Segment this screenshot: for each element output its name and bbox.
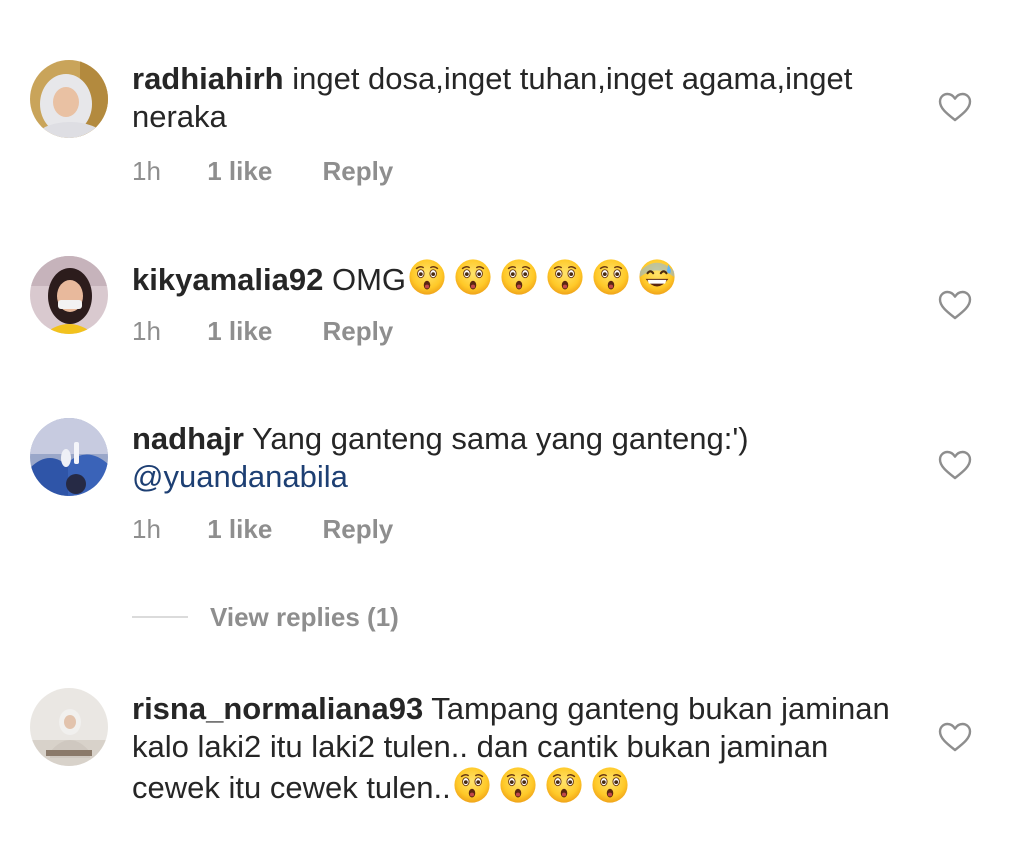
comment-body: radhiahirh inget dosa,inget tuhan,inget … bbox=[132, 60, 892, 136]
comment-time: 1h bbox=[132, 316, 161, 346]
comment-username[interactable]: kikyamalia92 bbox=[132, 262, 323, 297]
reply-button[interactable]: Reply bbox=[322, 514, 393, 544]
comment-meta: 1h 1 like Reply bbox=[132, 316, 393, 346]
comment-body: nadhajr Yang ganteng sama yang ganteng:'… bbox=[132, 420, 892, 496]
heart-outline-icon[interactable] bbox=[938, 722, 972, 752]
astonished-face-emoji bbox=[546, 258, 584, 296]
comment-meta: 1h 1 like Reply bbox=[132, 514, 393, 544]
comment-body: risna_normaliana93 Tampang ganteng bukan… bbox=[132, 690, 892, 807]
heart-outline-icon[interactable] bbox=[938, 290, 972, 320]
grinning-face-with-sweat-emoji bbox=[638, 258, 676, 296]
comment-body: kikyamalia92 OMG bbox=[132, 258, 892, 299]
avatar[interactable] bbox=[30, 60, 108, 138]
view-replies[interactable]: View replies (1) bbox=[132, 600, 399, 634]
comment-text: Yang ganteng sama yang ganteng:') bbox=[252, 421, 749, 456]
reply-button[interactable]: Reply bbox=[322, 156, 393, 186]
avatar[interactable] bbox=[30, 418, 108, 496]
avatar[interactable] bbox=[30, 256, 108, 334]
astonished-face-emoji bbox=[499, 766, 537, 804]
astonished-face-emoji bbox=[545, 766, 583, 804]
view-replies-divider bbox=[132, 616, 188, 618]
astonished-face-emoji bbox=[454, 258, 492, 296]
astonished-face-emoji bbox=[592, 258, 630, 296]
comment-time: 1h bbox=[132, 514, 161, 544]
heart-outline-icon[interactable] bbox=[938, 450, 972, 480]
avatar[interactable] bbox=[30, 688, 108, 766]
comment-likes[interactable]: 1 like bbox=[207, 316, 315, 346]
comment-username[interactable]: radhiahirh bbox=[132, 61, 284, 96]
view-replies-button[interactable]: View replies (1) bbox=[210, 602, 399, 633]
reply-button[interactable]: Reply bbox=[322, 316, 393, 346]
comment-text: OMG bbox=[331, 262, 407, 297]
astonished-face-emoji bbox=[500, 258, 538, 296]
astonished-face-emoji bbox=[591, 766, 629, 804]
comment-username[interactable]: risna_normaliana93 bbox=[132, 691, 423, 726]
comment-meta: 1h 1 like Reply bbox=[132, 156, 393, 186]
heart-outline-icon[interactable] bbox=[938, 92, 972, 122]
astonished-face-emoji bbox=[408, 258, 446, 296]
comment-likes[interactable]: 1 like bbox=[207, 514, 315, 544]
comment-time: 1h bbox=[132, 156, 161, 186]
comment-likes[interactable]: 1 like bbox=[207, 156, 315, 186]
comment-username[interactable]: nadhajr bbox=[132, 421, 244, 456]
astonished-face-emoji bbox=[453, 766, 491, 804]
mention-link[interactable]: @yuandanabila bbox=[132, 459, 348, 494]
